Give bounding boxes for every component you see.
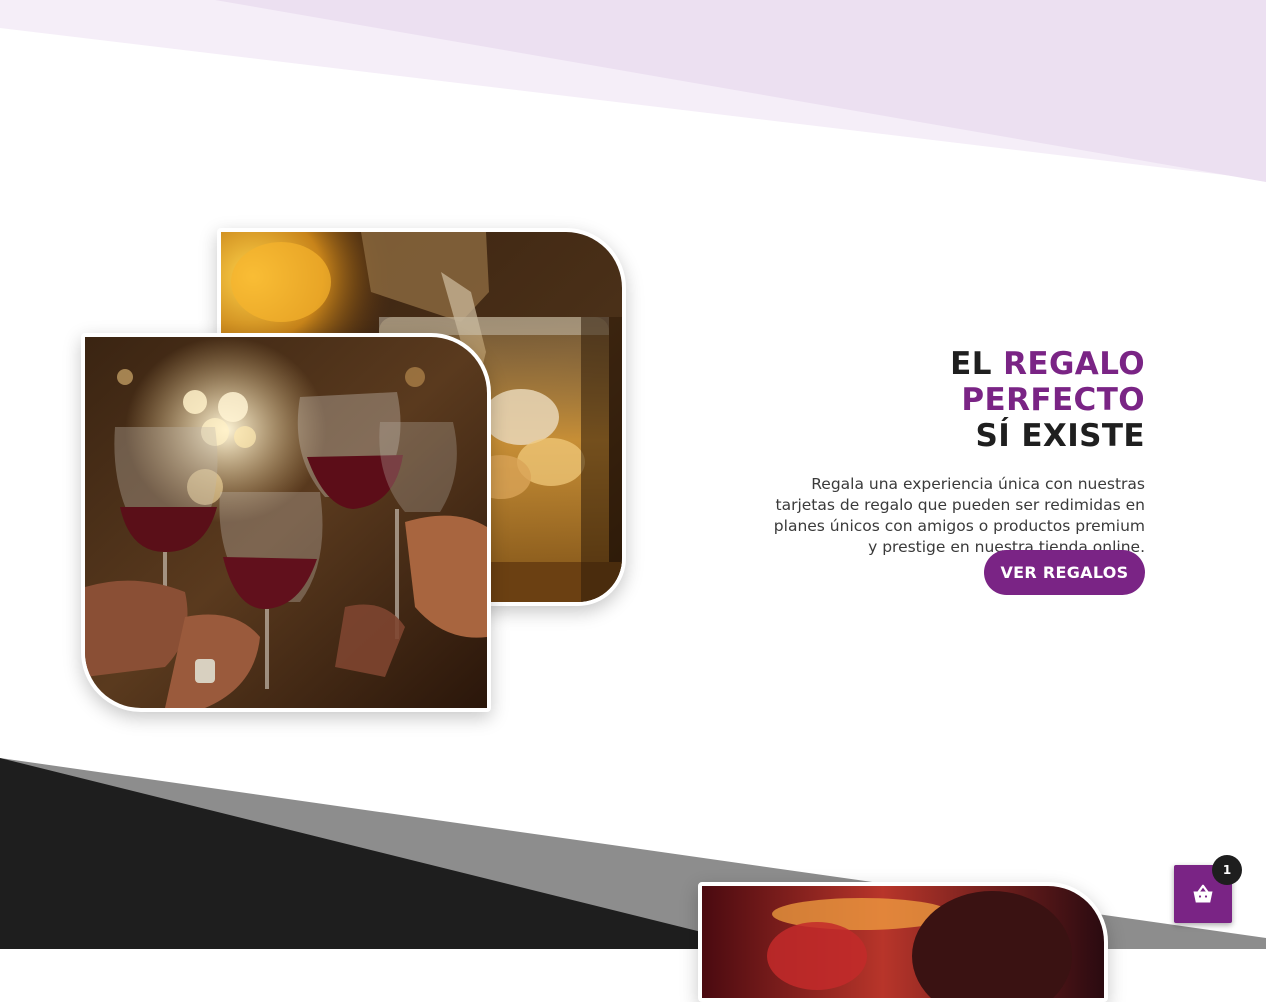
headline-tail: SÍ EXISTE bbox=[975, 418, 1145, 454]
party-photo bbox=[698, 882, 1108, 1002]
wine-toast-photo bbox=[81, 333, 491, 712]
headline-lead: EL bbox=[950, 346, 992, 382]
cart-count-badge: 1 bbox=[1212, 855, 1242, 885]
shopping-bag-icon bbox=[1193, 884, 1213, 903]
hero-description: Regala una experiencia única con nuestra… bbox=[773, 475, 1145, 556]
see-gifts-button[interactable]: VER REGALOS bbox=[984, 550, 1145, 595]
hero-text-block: EL REGALO PERFECTO SÍ EXISTE Regala una … bbox=[760, 346, 1145, 558]
hero-headline: EL REGALO PERFECTO SÍ EXISTE bbox=[760, 346, 1145, 454]
